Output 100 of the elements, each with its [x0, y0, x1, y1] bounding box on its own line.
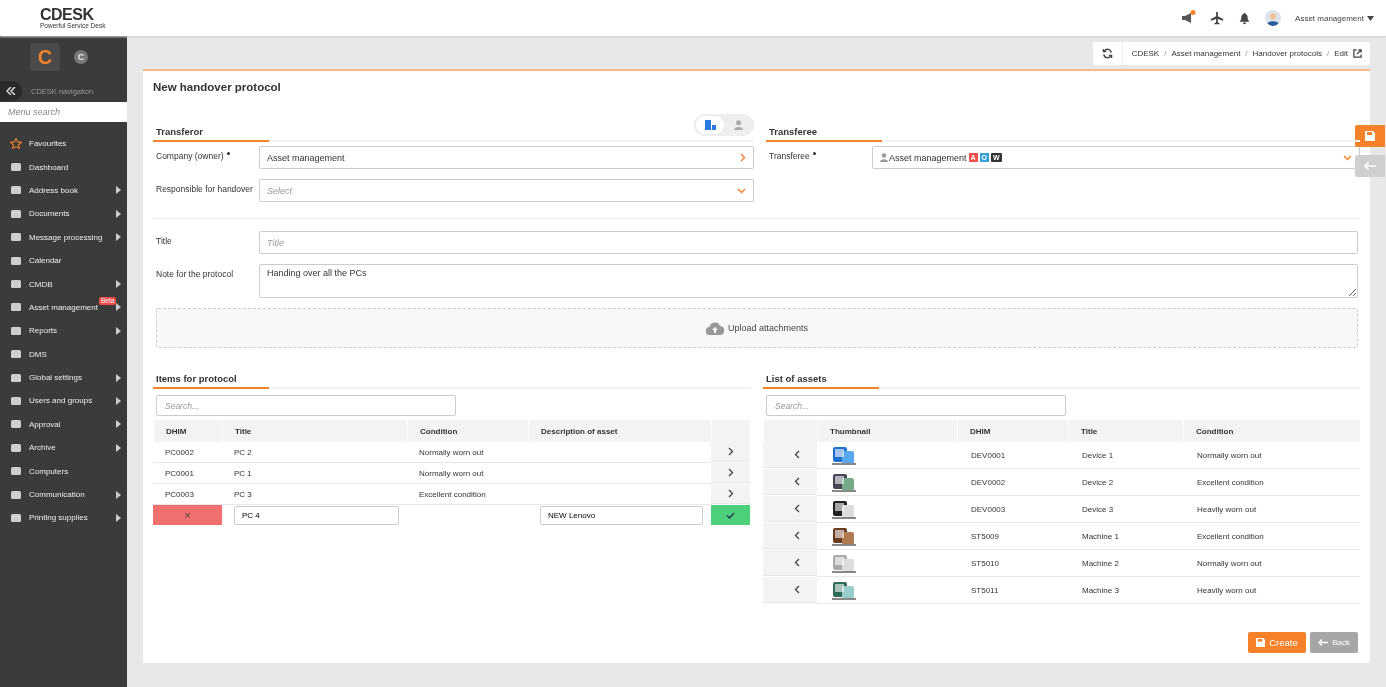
company-select[interactable]: Asset management	[259, 146, 754, 169]
caret-icon	[1367, 15, 1374, 21]
nav-item[interactable]: Calendar	[29, 256, 62, 266]
expand-arrow-icon	[116, 209, 121, 218]
section-heading: List of assets	[763, 373, 879, 389]
table-cell: Heavily worn out	[1183, 577, 1360, 604]
table-cell: DEV0001	[957, 442, 1068, 469]
chevron-down-icon	[737, 187, 746, 194]
open-row-button[interactable]	[711, 442, 750, 462]
chevron-left-icon	[794, 531, 800, 540]
add-row-button[interactable]	[763, 496, 817, 522]
add-row-button[interactable]	[763, 550, 817, 576]
expand-arrow-icon	[116, 186, 121, 195]
breadcrumb-separator: /	[1245, 49, 1248, 58]
expand-arrow-icon	[116, 326, 121, 335]
expand-arrow-icon	[116, 303, 121, 312]
chevron-down-icon	[1343, 154, 1352, 161]
nav-item[interactable]: Asset management	[29, 302, 98, 312]
nav-item[interactable]: Address book	[29, 185, 78, 195]
section-heading: Transferor	[153, 126, 269, 142]
table-cell: Excellent condition	[1183, 469, 1360, 496]
remove-button[interactable]: ×	[153, 505, 222, 525]
table-cell: Device 2	[1068, 469, 1183, 496]
nav-item[interactable]: Message processing	[29, 232, 103, 242]
breadcrumb-link[interactable]: CDESK	[1131, 49, 1160, 58]
search-field[interactable]: Search...	[766, 395, 1066, 416]
breadcrumb-link[interactable]: Asset management	[1171, 49, 1241, 58]
double-chevron-icon	[6, 87, 16, 95]
upload-area[interactable]: Upload attachments	[156, 308, 1358, 348]
nav-item[interactable]: Global settings	[29, 373, 82, 383]
table-cell: Machine 3	[1068, 577, 1183, 604]
nav-item[interactable]: DMS	[29, 349, 47, 359]
section-heading: Items for protocol	[153, 373, 269, 389]
bell-icon[interactable]	[1238, 11, 1252, 25]
company-toggle-button[interactable]	[696, 116, 724, 134]
field-label: Transferee	[766, 146, 872, 162]
avatar-icon[interactable]	[1265, 10, 1282, 26]
open-row-button[interactable]	[711, 463, 750, 483]
airplane-icon[interactable]	[1210, 11, 1225, 25]
table-cell: Device 1	[1068, 442, 1183, 469]
nav-item[interactable]: Printing supplies	[29, 513, 88, 523]
add-row-button[interactable]	[763, 469, 817, 495]
description-input[interactable]: NEW Lenovo	[540, 505, 703, 525]
user-menu[interactable]: Asset management	[1295, 13, 1374, 23]
collapse-button[interactable]	[0, 81, 22, 101]
table-cell: DEV0003	[957, 496, 1068, 523]
add-row-button[interactable]	[763, 577, 817, 603]
expand-arrow-icon	[116, 233, 121, 242]
table-cell: Normally worn out	[407, 442, 528, 463]
breadcrumb-link[interactable]: Edit	[1334, 49, 1348, 58]
refresh-icon	[1101, 48, 1113, 59]
nav-item[interactable]: Dashboard	[29, 162, 69, 172]
table-cell: Excellent condition	[1183, 523, 1360, 550]
expand-arrow-icon	[116, 490, 121, 499]
avatar[interactable]: C	[74, 50, 88, 64]
field-label: Company (owner)	[153, 146, 259, 162]
table-cell: Excellent condition	[407, 484, 528, 505]
table-cell: PC 2	[222, 442, 407, 463]
nav-item[interactable]: Favourites	[29, 139, 67, 149]
building-icon	[704, 120, 716, 130]
table-cell: PC0001	[153, 463, 222, 484]
add-row-button[interactable]	[763, 523, 817, 549]
field-label: Note for the protocol	[155, 268, 234, 280]
save-button[interactable]	[1355, 125, 1385, 147]
table-cell: PC 1	[222, 463, 407, 484]
nav-item[interactable]: Archive	[29, 443, 56, 453]
breadcrumb-link[interactable]: Handover protocols	[1252, 49, 1322, 58]
table-cell: Heavily worn out	[1183, 496, 1360, 523]
expand-arrow-icon	[116, 513, 121, 522]
menu-search-field[interactable]: Menu search	[0, 102, 127, 122]
chevron-left-icon	[794, 585, 800, 594]
confirm-button[interactable]	[711, 505, 750, 525]
title-field[interactable]: Title	[259, 231, 1358, 254]
chevron-left-icon	[794, 504, 800, 513]
table-cell: Normally worn out	[407, 463, 528, 484]
title-input[interactable]: PC 4	[234, 505, 399, 525]
table-cell: Machine 2	[1068, 550, 1183, 577]
table-cell: ST5011	[957, 577, 1068, 604]
nav-item[interactable]: Documents	[29, 209, 70, 219]
column-header: Title	[1068, 420, 1183, 442]
megaphone-icon[interactable]	[1180, 10, 1197, 26]
back-button[interactable]	[1355, 155, 1385, 177]
chevron-left-icon	[794, 477, 800, 486]
table-cell: ST5010	[957, 550, 1068, 577]
nav-item[interactable]: Reports	[29, 326, 57, 336]
expand-arrow-icon	[116, 373, 121, 382]
field-label: Title	[155, 235, 173, 247]
nav-item[interactable]: Users and groups	[29, 396, 93, 406]
note-field[interactable]: Handing over all the PCs	[259, 264, 1358, 298]
nav-item[interactable]: Approval	[29, 419, 61, 429]
search-field[interactable]: Search...	[156, 395, 456, 416]
nav-item[interactable]: Communication	[29, 490, 85, 500]
external-link-icon[interactable]	[1353, 49, 1362, 58]
nav-item[interactable]: Computers	[29, 466, 69, 476]
logo: CDESK	[40, 6, 95, 23]
add-row-button[interactable]	[763, 442, 817, 468]
open-row-button[interactable]	[711, 484, 750, 504]
section-heading: Transferee	[766, 126, 882, 142]
chevron-left-icon	[794, 450, 800, 459]
nav-item[interactable]: CMDB	[29, 279, 53, 289]
